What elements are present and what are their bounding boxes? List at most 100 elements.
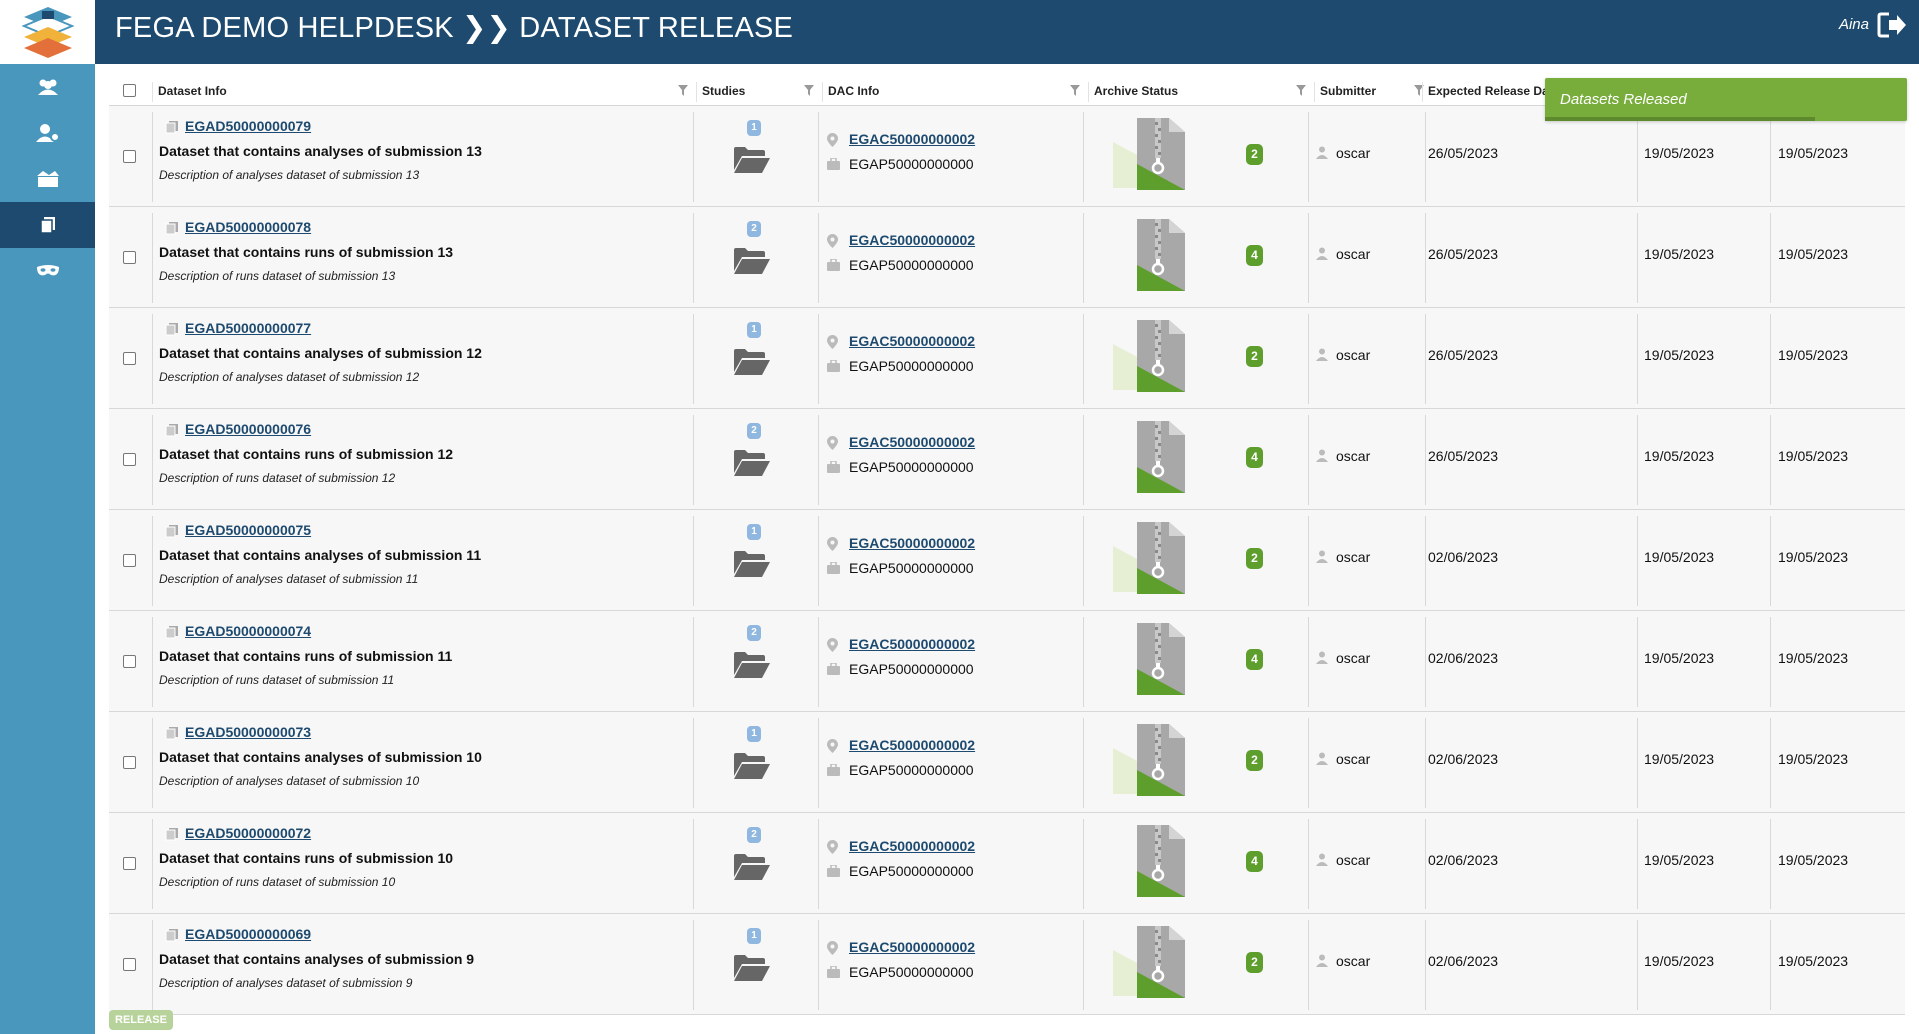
- archive-zip-icon[interactable]: [1103, 116, 1193, 192]
- column-divider: [1083, 314, 1084, 404]
- archive-zip-icon[interactable]: [1103, 419, 1193, 495]
- release-button[interactable]: RELEASE: [109, 1010, 173, 1030]
- nav-users[interactable]: [0, 64, 95, 110]
- table-row[interactable]: EGAD50000000073 Dataset that contains an…: [109, 712, 1905, 813]
- row-checkbox[interactable]: [123, 251, 136, 264]
- dac-id-link[interactable]: EGAC50000000002: [849, 838, 975, 854]
- header-studies[interactable]: Studies: [698, 76, 822, 106]
- studies-count-badge[interactable]: 2: [747, 827, 761, 843]
- dataset-id-link[interactable]: EGAD50000000079: [185, 118, 311, 134]
- logout-button[interactable]: [1877, 12, 1907, 43]
- dac-id-link[interactable]: EGAC50000000002: [849, 333, 975, 349]
- dataset-id-link[interactable]: EGAD50000000078: [185, 219, 311, 235]
- table-row[interactable]: EGAD50000000077 Dataset that contains an…: [109, 308, 1905, 409]
- folder-open-icon[interactable]: [733, 247, 771, 275]
- filter-icon[interactable]: [1070, 85, 1080, 96]
- released-date: 19/05/2023: [1778, 751, 1849, 767]
- table-row[interactable]: EGAD50000000078 Dataset that contains ru…: [109, 207, 1905, 308]
- archive-zip-icon[interactable]: [1103, 722, 1193, 798]
- row-checkbox[interactable]: [123, 958, 136, 971]
- dac-id-link[interactable]: EGAC50000000002: [849, 636, 975, 652]
- column-divider: [1425, 718, 1426, 808]
- column-divider: [1637, 718, 1638, 808]
- filter-icon[interactable]: [1296, 85, 1306, 96]
- dac-id-link[interactable]: EGAC50000000002: [849, 939, 975, 955]
- header-archive-status[interactable]: Archive Status: [1090, 76, 1314, 106]
- archive-zip-icon[interactable]: [1103, 621, 1193, 697]
- studies-count-badge[interactable]: 1: [747, 120, 761, 136]
- header-dataset-info[interactable]: Dataset Info: [154, 76, 696, 106]
- released-date: 19/05/2023: [1778, 145, 1849, 161]
- select-all-checkbox[interactable]: [123, 84, 136, 97]
- dac-id-link[interactable]: EGAC50000000002: [849, 535, 975, 551]
- released-date: 19/05/2023: [1778, 246, 1849, 262]
- dataset-id-link[interactable]: EGAD50000000072: [185, 825, 311, 841]
- studies-count-badge[interactable]: 1: [747, 524, 761, 540]
- nav-datasets[interactable]: [0, 202, 95, 248]
- dataset-description: Description of runs dataset of submissio…: [159, 269, 396, 283]
- dac-id-link[interactable]: EGAC50000000002: [849, 232, 975, 248]
- nav-mask[interactable]: [0, 248, 95, 294]
- dataset-id-link[interactable]: EGAD50000000075: [185, 522, 311, 538]
- briefcase-icon: [827, 764, 840, 776]
- archive-zip-icon[interactable]: [1103, 318, 1193, 394]
- user-icon: [1316, 651, 1328, 664]
- column-divider: [1308, 819, 1309, 909]
- row-checkbox[interactable]: [123, 352, 136, 365]
- nav-user-settings[interactable]: [0, 110, 95, 156]
- folder-open-icon[interactable]: [733, 146, 771, 174]
- table-row[interactable]: EGAD50000000079 Dataset that contains an…: [109, 106, 1905, 207]
- folder-open-icon[interactable]: [733, 651, 771, 679]
- header-expected-release-date[interactable]: Expected Release Dat: [1424, 76, 1554, 106]
- filter-icon[interactable]: [678, 85, 688, 96]
- folder-open-icon[interactable]: [733, 550, 771, 578]
- table-row[interactable]: EGAD50000000076 Dataset that contains ru…: [109, 409, 1905, 510]
- folder-open-icon[interactable]: [733, 853, 771, 881]
- dataset-title: Dataset that contains analyses of submis…: [159, 143, 482, 159]
- archive-zip-icon[interactable]: [1103, 924, 1193, 1000]
- table-row[interactable]: EGAD50000000072 Dataset that contains ru…: [109, 813, 1905, 914]
- folder-open-icon[interactable]: [733, 752, 771, 780]
- studies-count-badge[interactable]: 1: [747, 322, 761, 338]
- dataset-id-link[interactable]: EGAD50000000077: [185, 320, 311, 336]
- studies-count-badge[interactable]: 2: [747, 423, 761, 439]
- archive-count-badge: 4: [1246, 245, 1263, 266]
- dataset-id-link[interactable]: EGAD50000000069: [185, 926, 311, 942]
- folder-open-icon[interactable]: [733, 449, 771, 477]
- notification-toast[interactable]: Datasets Released: [1545, 78, 1907, 121]
- header-submitter[interactable]: Submitter: [1316, 76, 1432, 106]
- table-row[interactable]: EGAD50000000069 Dataset that contains an…: [109, 914, 1905, 1015]
- dataset-description: Description of runs dataset of submissio…: [159, 471, 396, 485]
- dac-id-link[interactable]: EGAC50000000002: [849, 434, 975, 450]
- row-checkbox[interactable]: [123, 756, 136, 769]
- dataset-id-link[interactable]: EGAD50000000076: [185, 421, 311, 437]
- studies-count-badge[interactable]: 1: [747, 928, 761, 944]
- dac-id-link[interactable]: EGAC50000000002: [849, 131, 975, 147]
- column-divider: [1425, 415, 1426, 505]
- column-divider: [693, 516, 694, 606]
- row-checkbox[interactable]: [123, 554, 136, 567]
- row-checkbox[interactable]: [123, 857, 136, 870]
- column-divider: [818, 415, 819, 505]
- filter-icon[interactable]: [804, 85, 814, 96]
- header-dac-info[interactable]: DAC Info: [824, 76, 1088, 106]
- archive-zip-icon[interactable]: [1103, 823, 1193, 899]
- table-row[interactable]: EGAD50000000075 Dataset that contains an…: [109, 510, 1905, 611]
- header-divider: [1314, 82, 1315, 102]
- archive-zip-icon[interactable]: [1103, 520, 1193, 596]
- row-checkbox[interactable]: [123, 453, 136, 466]
- row-checkbox[interactable]: [123, 150, 136, 163]
- dac-id-link[interactable]: EGAC50000000002: [849, 737, 975, 753]
- studies-count-badge[interactable]: 1: [747, 726, 761, 742]
- table-row[interactable]: EGAD50000000074 Dataset that contains ru…: [109, 611, 1905, 712]
- folder-open-icon[interactable]: [733, 348, 771, 376]
- folder-open-icon[interactable]: [733, 954, 771, 982]
- studies-count-badge[interactable]: 2: [747, 625, 761, 641]
- archive-zip-icon[interactable]: [1103, 217, 1193, 293]
- nav-boxes[interactable]: [0, 156, 95, 202]
- studies-count-badge[interactable]: 2: [747, 221, 761, 237]
- released-date: 19/05/2023: [1778, 650, 1849, 666]
- dataset-id-link[interactable]: EGAD50000000074: [185, 623, 311, 639]
- row-checkbox[interactable]: [123, 655, 136, 668]
- dataset-id-link[interactable]: EGAD50000000073: [185, 724, 311, 740]
